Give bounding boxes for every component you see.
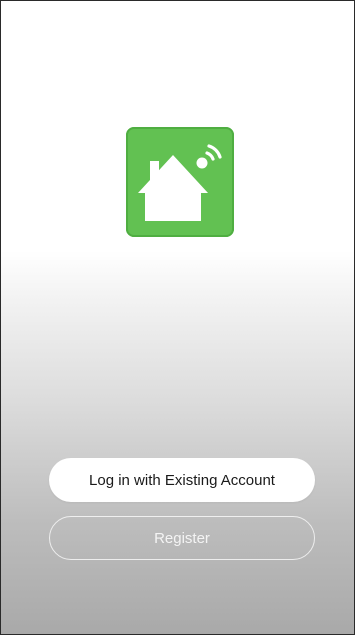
welcome-screen: Log in with Existing Account Register <box>0 0 355 635</box>
smart-home-wifi-icon <box>138 144 222 221</box>
login-existing-account-button[interactable]: Log in with Existing Account <box>49 458 315 502</box>
register-button[interactable]: Register <box>49 516 315 560</box>
app-logo <box>126 127 234 237</box>
